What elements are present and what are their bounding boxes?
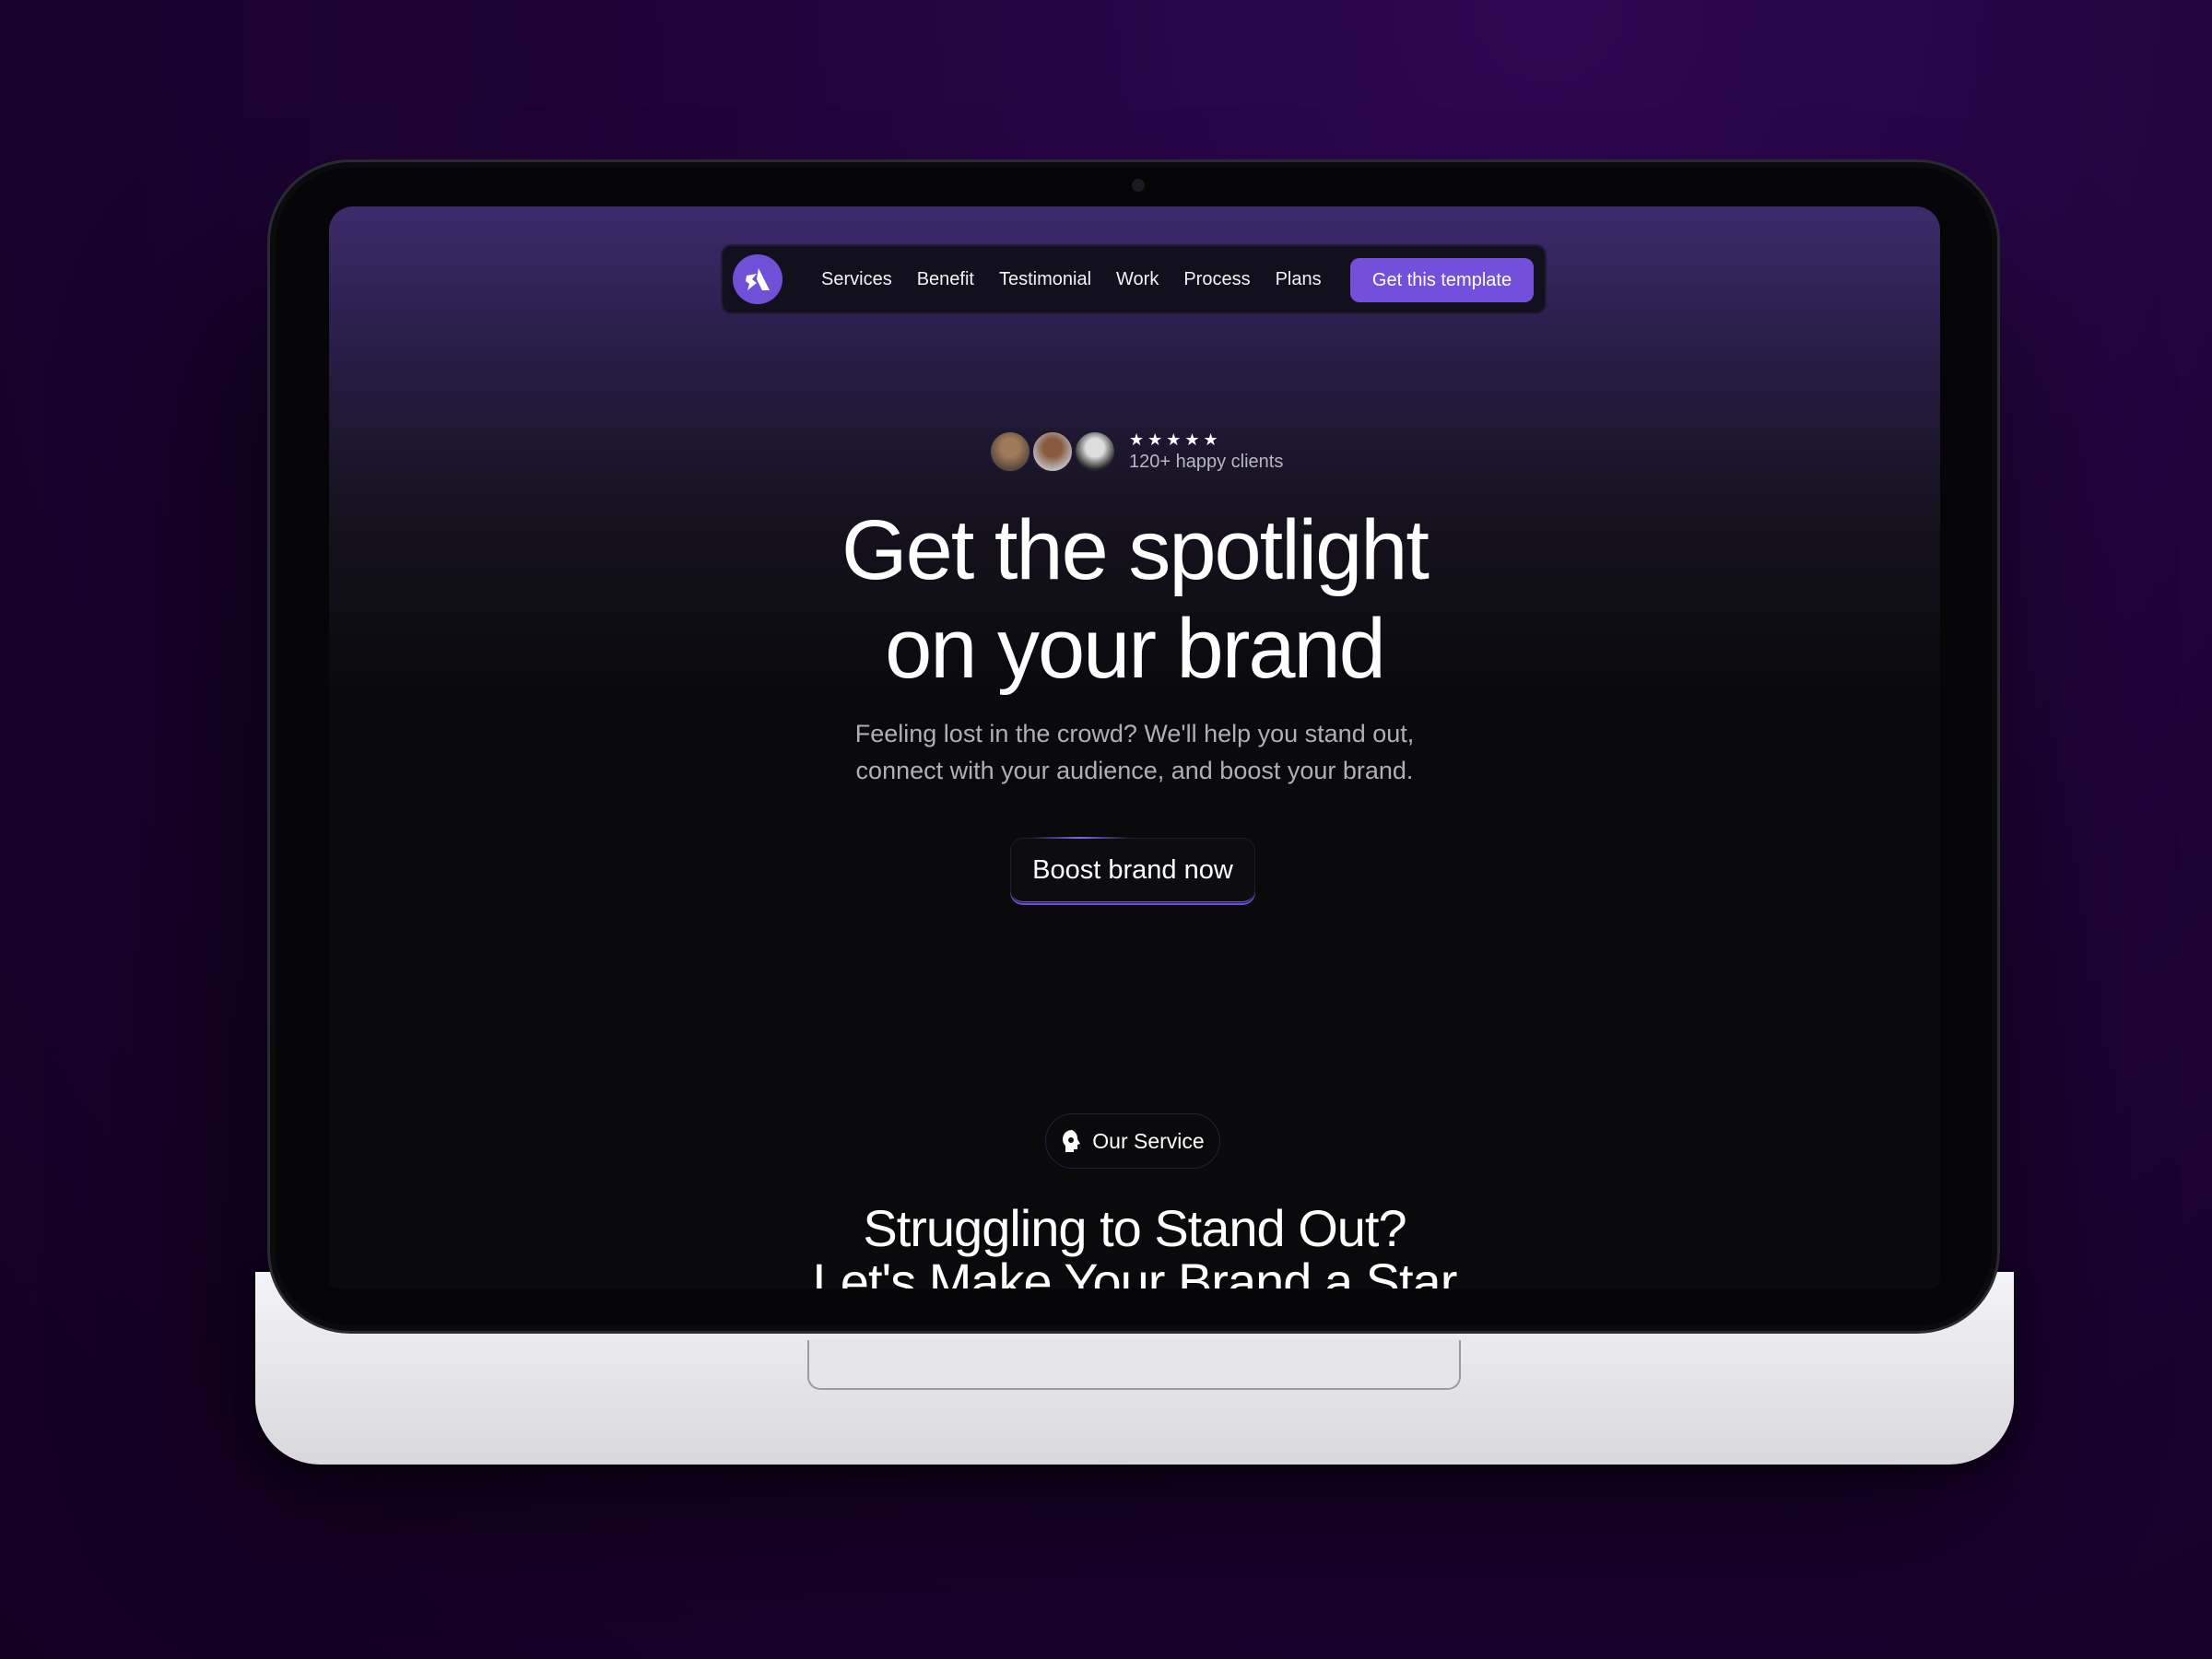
nav-link-work[interactable]: Work xyxy=(1116,269,1159,290)
services-heading-line: Struggling to Stand Out? xyxy=(863,1199,1406,1257)
nav-link-testimonial[interactable]: Testimonial xyxy=(999,269,1091,290)
hero-title-line: Get the spotlight xyxy=(841,503,1430,597)
brand-logo-icon[interactable] xyxy=(733,254,782,304)
social-proof: ★★★★★ 120+ happy clients xyxy=(989,430,1283,473)
avatar xyxy=(1031,430,1074,473)
hero-title: Get the spotlight on your brand xyxy=(329,501,1940,699)
hero-subtitle-line: connect with your audience, and boost yo… xyxy=(855,757,1414,784)
our-service-badge: Our Service xyxy=(1045,1113,1220,1169)
hero-subtitle: Feeling lost in the crowd? We'll help yo… xyxy=(329,715,1940,789)
avatar xyxy=(989,430,1031,473)
nav-link-plans[interactable]: Plans xyxy=(1276,269,1322,290)
navbar: Services Benefit Testimonial Work Proces… xyxy=(721,244,1547,314)
our-service-label: Our Service xyxy=(1092,1128,1205,1153)
camera xyxy=(1132,179,1145,192)
hero-title-line: on your brand xyxy=(885,602,1386,696)
services-heading-line: Let's Make Your Brand a Star xyxy=(812,1253,1458,1289)
nav-link-services[interactable]: Services xyxy=(821,269,892,290)
services-heading: Struggling to Stand Out? Let's Make Your… xyxy=(329,1199,1940,1289)
trackpad-slot xyxy=(807,1340,1461,1390)
get-template-button[interactable]: Get this template xyxy=(1350,258,1534,302)
avatar xyxy=(1074,430,1116,473)
headset-person-icon xyxy=(1063,1130,1081,1152)
nav-link-benefit[interactable]: Benefit xyxy=(917,269,974,290)
boost-brand-button[interactable]: Boost brand now xyxy=(1010,837,1255,903)
rating-stars: ★★★★★ xyxy=(1129,430,1222,449)
clients-count: 120+ happy clients xyxy=(1129,452,1284,472)
hero-subtitle-line: Feeling lost in the crowd? We'll help yo… xyxy=(854,720,1415,747)
tablet-screen: Services Benefit Testimonial Work Proces… xyxy=(329,206,1940,1288)
nav-link-process[interactable]: Process xyxy=(1183,269,1250,290)
